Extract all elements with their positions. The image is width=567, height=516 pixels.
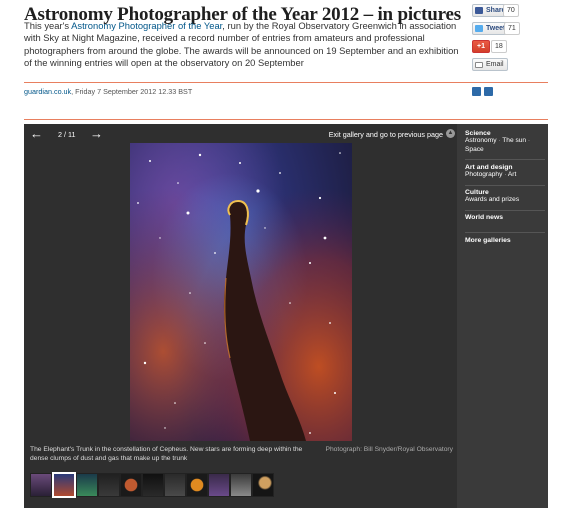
thumbnail-9[interactable] (208, 473, 230, 497)
thumbnail-2[interactable] (52, 472, 76, 498)
left-arrow-icon[interactable]: ← (30, 127, 43, 141)
exit-gallery-link[interactable]: Exit gallery and go to previous page (329, 130, 443, 139)
thumbnail-5[interactable] (120, 473, 142, 497)
twitter-tweet-count: 71 (504, 22, 520, 35)
byline-source-link[interactable]: guardian.co.uk (24, 87, 71, 96)
google-plus-label: +1 (477, 43, 485, 50)
twitter-icon (475, 25, 483, 32)
thumbnail-6[interactable] (142, 473, 164, 497)
thumbnail-8[interactable] (186, 473, 208, 497)
sidebar-link-the-sun[interactable]: The sun (502, 137, 526, 144)
sidebar-heading-culture[interactable]: Culture (465, 189, 545, 196)
byline-divider (24, 119, 548, 120)
header-divider (24, 82, 548, 83)
sidebar-link-space[interactable]: Space (465, 146, 484, 153)
standfirst: This year's Astronomy Photographer of th… (24, 20, 464, 70)
standfirst-lead: This year's (24, 20, 72, 31)
thumbnail-11[interactable] (252, 473, 274, 497)
gallery-toolbar: ← 2 / 11 → Exit gallery and go to previo… (24, 124, 457, 144)
twitter-share-row: Tweet 71 (472, 22, 542, 38)
facebook-share-row: Share 70 (472, 4, 542, 20)
byline: guardian.co.uk, Friday 7 September 2012 … (24, 87, 192, 96)
sidebar-section-world-news: World news (465, 214, 545, 221)
gallery-sidebar: Science Astronomy · The sun · Space Art … (461, 124, 548, 508)
share-icon[interactable] (472, 87, 481, 96)
sidebar-link-art[interactable]: Art (508, 171, 516, 178)
share-panel: Share 70 Tweet 71 +1 18 Email (472, 4, 542, 76)
thumbnail-1[interactable] (30, 473, 52, 497)
up-arrow-icon[interactable]: ▲ (446, 129, 455, 138)
sidebar-links-art-and-design: Photography · Art (465, 171, 545, 180)
thumbnail-10[interactable] (230, 473, 252, 497)
google-plus-count: 18 (491, 40, 507, 53)
sidebar-divider (465, 159, 545, 160)
bookmark-icon[interactable] (484, 87, 493, 96)
sidebar-heading-art-and-design[interactable]: Art and design (465, 164, 545, 171)
thumbnail-7[interactable] (164, 473, 186, 497)
email-share-row: Email (472, 58, 542, 74)
twitter-tweet-label: Tweet (486, 25, 506, 32)
sidebar-heading-science[interactable]: Science (465, 130, 545, 137)
picture-gallery: ← 2 / 11 → Exit gallery and go to previo… (24, 124, 548, 508)
facebook-icon (475, 7, 483, 14)
email-icon (475, 62, 483, 68)
sidebar-separator: · (526, 137, 531, 144)
sidebar-link-photography[interactable]: Photography (465, 171, 502, 178)
facebook-share-count: 70 (503, 4, 519, 17)
gallery-photo (130, 143, 352, 441)
byline-date: , Friday 7 September 2012 12.33 BST (71, 87, 193, 96)
sidebar-link-astronomy[interactable]: Astronomy (465, 137, 497, 144)
thumbnail-4[interactable] (98, 473, 120, 497)
sidebar-divider (465, 232, 545, 233)
email-button[interactable]: Email (472, 58, 508, 71)
google-plus-row: +1 18 (472, 40, 542, 56)
sidebar-section-art-and-design: Art and design Photography · Art (465, 164, 545, 180)
standfirst-link[interactable]: Astronomy Photographer of the Year (71, 20, 222, 31)
sidebar-section-culture: Culture Awards and prizes (465, 189, 545, 205)
sidebar-divider (465, 185, 545, 186)
sidebar-section-science: Science Astronomy · The sun · Space (465, 130, 545, 154)
google-plus-button[interactable]: +1 (472, 40, 490, 53)
sidebar-links-science: Astronomy · The sun · Space (465, 137, 545, 154)
photo-caption: The Elephant's Trunk in the constellatio… (30, 446, 303, 462)
thumbnail-3[interactable] (76, 473, 98, 497)
right-arrow-icon[interactable]: → (90, 127, 103, 141)
sidebar-divider (465, 210, 545, 211)
sidebar-link-awards-and-prizes[interactable]: Awards and prizes (465, 196, 545, 205)
elephants-trunk-nebula-image (130, 143, 352, 441)
photo-credit: Photograph: Bill Snyder/Royal Observator… (325, 446, 454, 453)
sidebar-heading-world-news[interactable]: World news (465, 214, 545, 221)
email-label: Email (486, 61, 504, 68)
sidebar-section-more-galleries: More galleries (465, 237, 545, 244)
sidebar-heading-more-galleries[interactable]: More galleries (465, 237, 545, 244)
gallery-counter: 2 / 11 (58, 130, 76, 139)
gallery-main: ← 2 / 11 → Exit gallery and go to previo… (24, 124, 457, 508)
